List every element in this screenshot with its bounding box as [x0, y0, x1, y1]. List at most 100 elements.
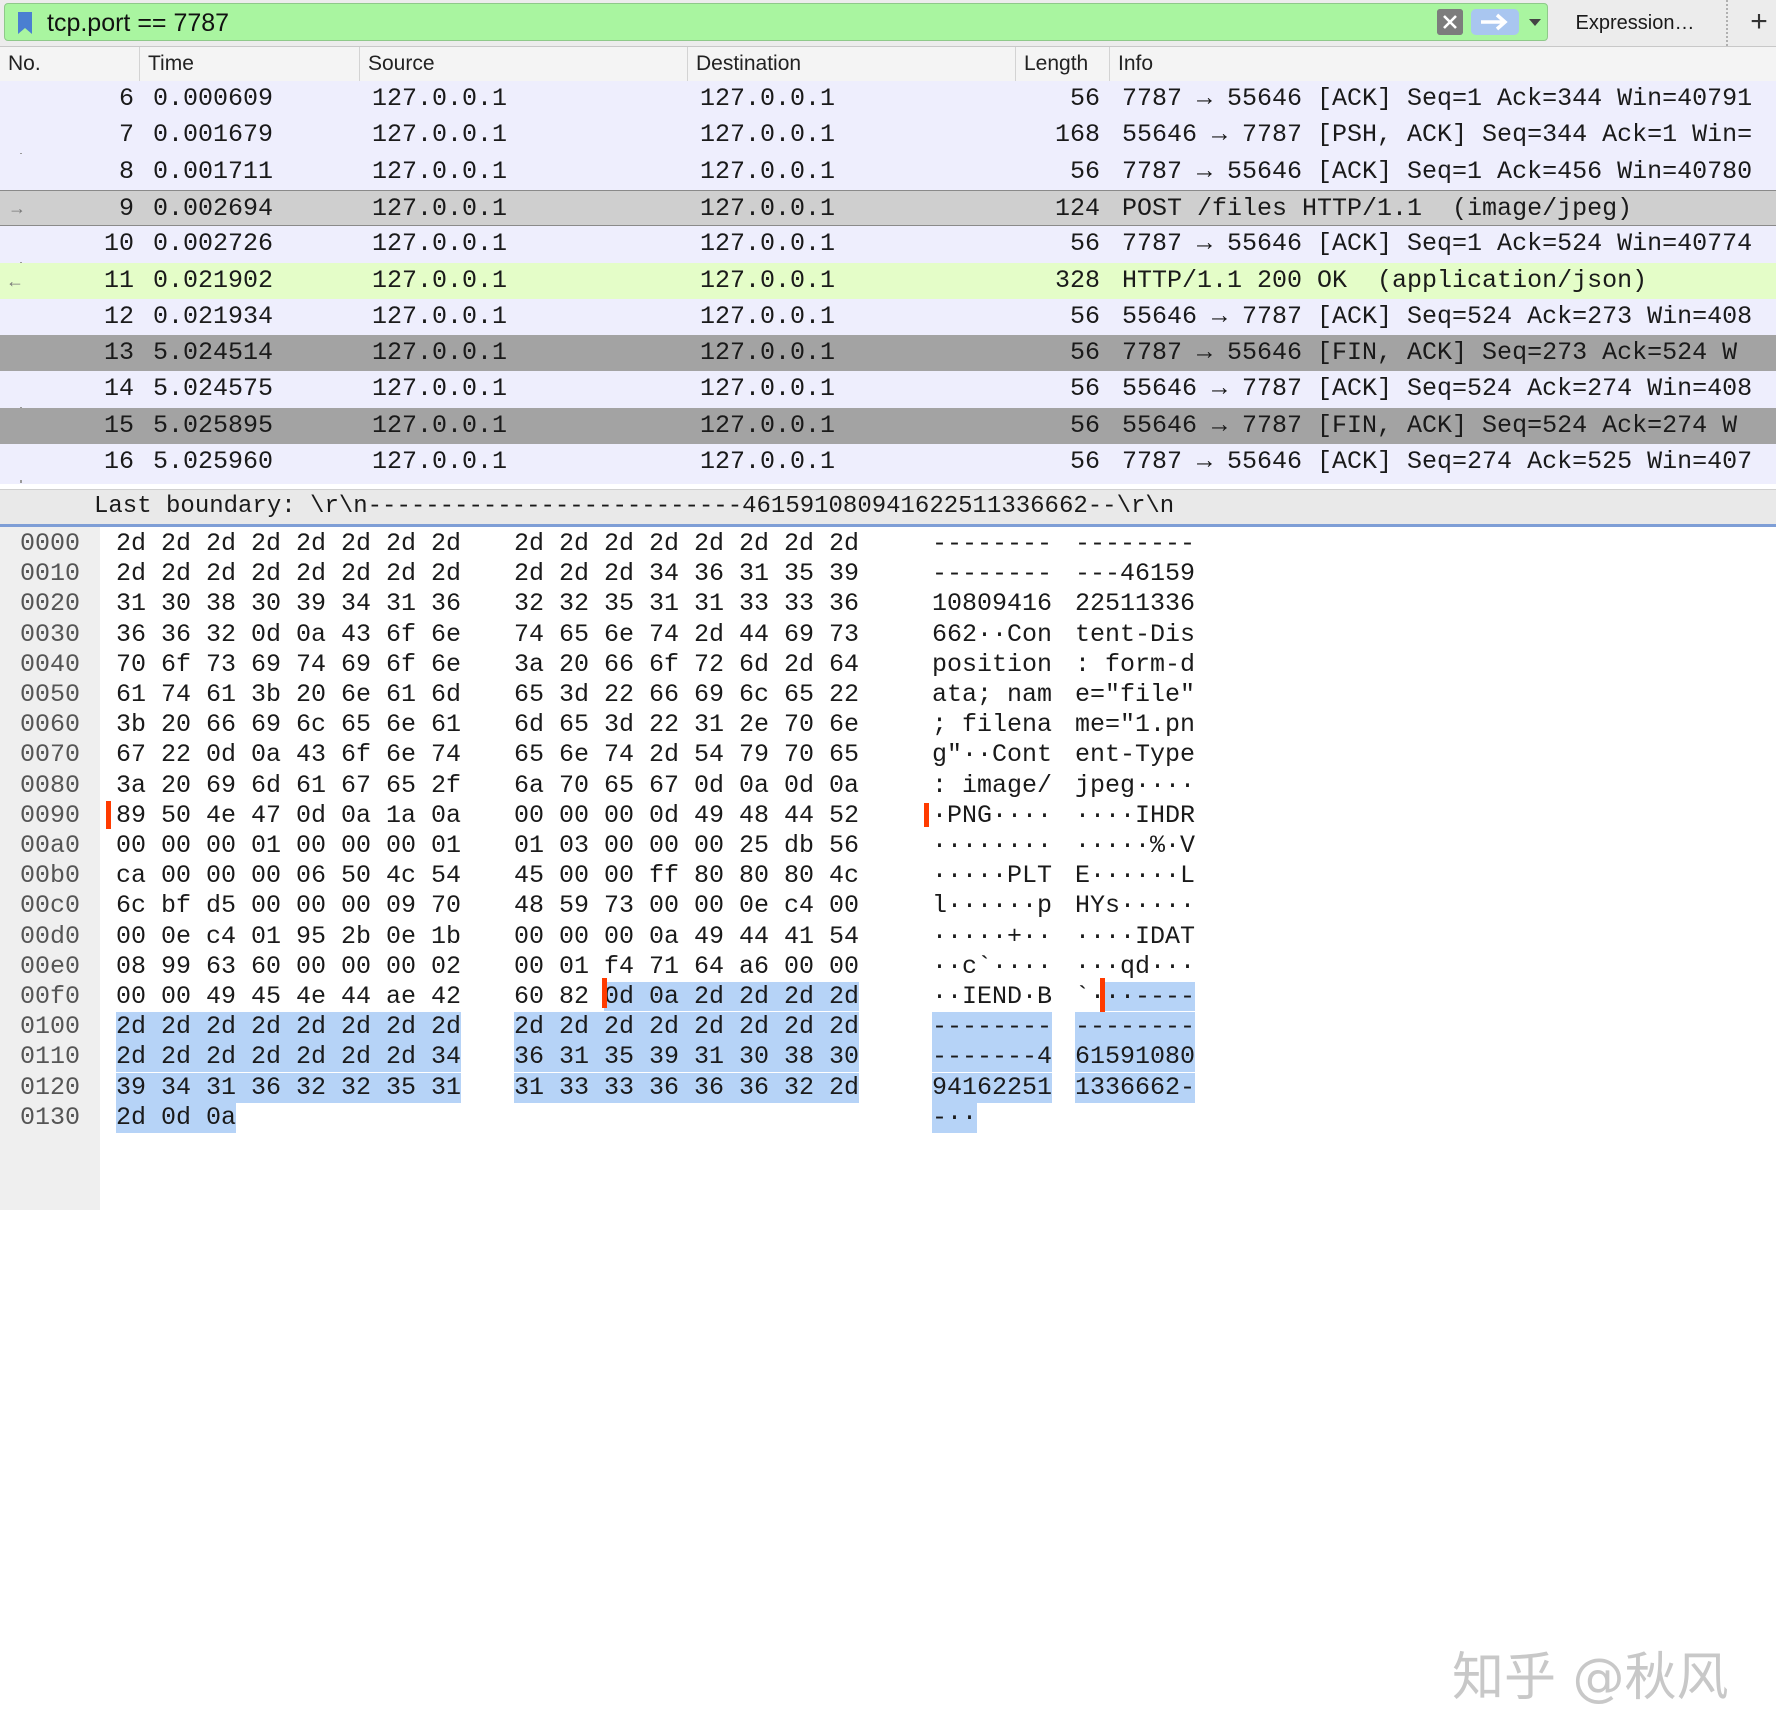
packet-row[interactable]: 11 0.021902 127.0.0.1 127.0.0.1 328 HTTP/1.1 …	[0, 262, 1776, 299]
packet-info: 55646 → 7787 [PSH, ACK] Seq=344 Ack=1 Wi…	[1122, 120, 1753, 150]
column-header-source[interactable]: Source	[360, 47, 688, 81]
bytes-row[interactable]: 0030 36 36 32 0d 0a 43 6f 6e 74 65 6e 74 2…	[0, 620, 1776, 650]
byte-offset: 00a0	[20, 831, 81, 860]
packet-source: 127.0.0.1	[372, 410, 508, 440]
byte-offset: 0010	[20, 559, 81, 589]
bytes-row[interactable]: 00c0 6c bf d5 00 00 00 09 70 48 59 73 00 0…	[0, 891, 1776, 921]
ascii-high: e="file"	[1075, 680, 1196, 709]
display-filter-field[interactable]	[4, 3, 1548, 41]
packet-row[interactable]: 13 5.024514 127.0.0.1 127.0.0.1 56 7787 → 556…	[0, 335, 1776, 372]
recent-filters-dropdown-icon[interactable]	[1525, 9, 1545, 35]
packet-time: 0.001711	[153, 156, 274, 186]
packet-row[interactable]: 15 5.025895 127.0.0.1 127.0.0.1 56 55646 → 77…	[0, 407, 1776, 444]
toolbar-separator	[1726, 0, 1730, 46]
hex-bytes-high: 65 6e 74 2d 54 79 70 65	[514, 740, 860, 770]
packet-number: 12	[103, 301, 134, 331]
packet-length: 56	[1069, 301, 1100, 331]
packet-info: 7787 → 55646 [FIN, ACK] Seq=273 Ack=524 …	[1122, 338, 1738, 368]
bytes-row[interactable]: 0120 39 34 31 36 32 32 35 31 31 33 33 36 3…	[0, 1072, 1776, 1103]
bytes-row[interactable]: 0000 2d 2d 2d 2d 2d 2d 2d 2d 2d 2d 2d 2d 2…	[0, 529, 1776, 559]
hex-bytes-high: 01 03 00 00 00 25 db 56	[514, 831, 860, 860]
packet-row[interactable]: 14 5.024575 127.0.0.1 127.0.0.1 56 55646 → 77…	[0, 371, 1776, 408]
bytes-row[interactable]: 0060 3b 20 66 69 6c 65 6e 61 6d 65 3d 22 3…	[0, 710, 1776, 740]
byte-offset: 00b0	[20, 861, 81, 891]
apply-filter-arrow-icon[interactable]	[1471, 9, 1519, 35]
bytes-row[interactable]: 0130 2d 0d 0a -··	[0, 1102, 1776, 1133]
hex-bytes-low: 6c bf d5 00 00 00 09 70	[116, 891, 462, 921]
packet-destination: 127.0.0.1	[700, 193, 836, 223]
packet-source: 127.0.0.1	[372, 447, 508, 476]
hex-bytes-low: 3a 20 69 6d 61 67 65 2f	[116, 770, 462, 800]
bytes-row[interactable]: 0050 61 74 61 3b 20 6e 61 6d 65 3d 22 66 6…	[0, 680, 1776, 710]
packet-detail-line[interactable]: Last boundary: \r\n---------------------…	[0, 489, 1776, 527]
bytes-row[interactable]: 00d0 00 0e c4 01 95 2b 0e 1b 00 00 00 0a 4…	[0, 922, 1776, 952]
hex-bytes-high: 2d 2d 2d 2d 2d 2d 2d 2d	[514, 529, 860, 558]
bytes-row[interactable]: 0070 67 22 0d 0a 43 6f 6e 74 65 6e 74 2d 5…	[0, 740, 1776, 770]
ascii-low: : image/	[932, 770, 1053, 800]
bookmark-icon[interactable]	[13, 10, 37, 36]
ascii-high: ····IHDR	[1075, 800, 1196, 830]
byte-offset: 0040	[20, 649, 81, 679]
packet-length: 56	[1069, 229, 1100, 259]
packet-row[interactable]: 9 0.002694 127.0.0.1 127.0.0.1 124 POST /file…	[0, 189, 1776, 226]
packet-list-header: No. Time Source Destination Length Info	[0, 47, 1776, 82]
packet-time: 0.002726	[153, 229, 274, 259]
packet-destination: 127.0.0.1	[700, 410, 836, 440]
packet-row[interactable]: 7 0.001679 127.0.0.1 127.0.0.1 168 55646 → 77…	[0, 117, 1776, 154]
bytes-row[interactable]: 0100 2d 2d 2d 2d 2d 2d 2d 2d 2d 2d 2d 2d 2…	[0, 1012, 1776, 1043]
hex-bytes-low: 2d 2d 2d 2d 2d 2d 2d 34	[116, 1042, 462, 1073]
annotation-marker	[106, 800, 111, 829]
display-filter-input[interactable]	[47, 7, 1427, 39]
packet-list: No. Time Source Destination Length Info …	[0, 47, 1776, 484]
column-header-time[interactable]: Time	[140, 47, 360, 81]
bytes-row[interactable]: 0080 3a 20 69 6d 61 67 65 2f 6a 70 65 67 0…	[0, 771, 1776, 801]
hex-bytes-low: 00 0e c4 01 95 2b 0e 1b	[116, 921, 462, 951]
bytes-row[interactable]: 0110 2d 2d 2d 2d 2d 2d 2d 34 36 31 35 39 3…	[0, 1042, 1776, 1073]
column-header-length[interactable]: Length	[1016, 47, 1110, 81]
hex-bytes-low: 67 22 0d 0a 43 6f 6e 74	[116, 740, 462, 770]
bytes-row[interactable]: 00a0 00 00 00 01 00 00 00 01 01 03 00 00 0…	[0, 831, 1776, 861]
packet-row[interactable]: 6 0.000609 127.0.0.1 127.0.0.1 56 7787 → 5564…	[0, 81, 1776, 117]
packet-info: 55646 → 7787 [ACK] Seq=524 Ack=274 Win=4…	[1122, 374, 1753, 404]
ascii-high: HYs·····	[1075, 891, 1196, 921]
byte-offset: 0080	[20, 770, 81, 800]
hex-bytes-high: 60 82 0d 0a 2d 2d 2d 2d	[514, 982, 860, 1012]
packet-row[interactable]: 12 0.021934 127.0.0.1 127.0.0.1 56 55646 → 77…	[0, 298, 1776, 335]
packet-source: 127.0.0.1	[372, 156, 508, 186]
annotation-marker	[1100, 978, 1105, 1012]
ascii-low: --------	[932, 559, 1053, 589]
column-header-no[interactable]: No.	[0, 47, 140, 81]
packet-length: 168	[1054, 120, 1100, 150]
ascii-high: E······L	[1075, 861, 1196, 891]
bytes-row[interactable]: 0040 70 6f 73 69 74 69 6f 6e 3a 20 66 6f 7…	[0, 650, 1776, 680]
byte-offset: 0020	[20, 589, 81, 619]
bytes-row[interactable]: 0090 89 50 4e 47 0d 0a 1a 0a 00 00 00 0d 4…	[0, 801, 1776, 831]
hex-bytes-low: 08 99 63 60 00 00 00 02	[116, 951, 462, 981]
packet-destination: 127.0.0.1	[700, 447, 836, 476]
bytes-row[interactable]: 00b0 ca 00 00 00 06 50 4c 54 45 00 00 ff 8…	[0, 861, 1776, 891]
hex-bytes-low: 39 34 31 36 32 32 35 31	[116, 1072, 462, 1103]
ascii-low: 10809416	[932, 589, 1053, 619]
hex-bytes-high: 00 00 00 0d 49 48 44 52	[514, 800, 860, 830]
bytes-row[interactable]: 00e0 08 99 63 60 00 00 00 02 00 01 f4 71 6…	[0, 952, 1776, 982]
packet-time: 5.024575	[153, 374, 274, 404]
expression-button[interactable]: Expression…	[1560, 0, 1710, 46]
ascii-high: ---46159	[1075, 559, 1196, 589]
hex-bytes-low: 36 36 32 0d 0a 43 6f 6e	[116, 619, 462, 649]
packet-row[interactable]: 8 0.001711 127.0.0.1 127.0.0.1 56 7787 → 5564…	[0, 153, 1776, 190]
bytes-row[interactable]: 0020 31 30 38 30 39 34 31 36 32 32 35 31 3…	[0, 589, 1776, 619]
bytes-row[interactable]: 0010 2d 2d 2d 2d 2d 2d 2d 2d 2d 2d 2d 34 3…	[0, 559, 1776, 589]
packet-number: 11	[103, 265, 134, 295]
byte-offset: 0090	[20, 800, 81, 830]
bytes-row[interactable]: 00f0 00 00 49 45 4e 44 ae 42 60 82 0d 0a 2…	[0, 982, 1776, 1012]
packet-length: 56	[1069, 447, 1100, 476]
packet-time: 5.025960	[153, 447, 274, 476]
packet-row[interactable]: 10 0.002726 127.0.0.1 127.0.0.1 56 7787 → 556…	[0, 226, 1776, 263]
add-filter-button[interactable]: +	[1744, 0, 1774, 46]
column-header-info[interactable]: Info	[1110, 47, 1776, 81]
hex-bytes-low: 70 6f 73 69 74 69 6f 6e	[116, 649, 462, 679]
ascii-high: ·····%·V	[1075, 831, 1196, 860]
clear-filter-icon[interactable]	[1437, 9, 1463, 35]
column-header-destination[interactable]: Destination	[688, 47, 1016, 81]
packet-row[interactable]: 16 5.025960 127.0.0.1 127.0.0.1 56 7787 → 556…	[0, 444, 1776, 480]
